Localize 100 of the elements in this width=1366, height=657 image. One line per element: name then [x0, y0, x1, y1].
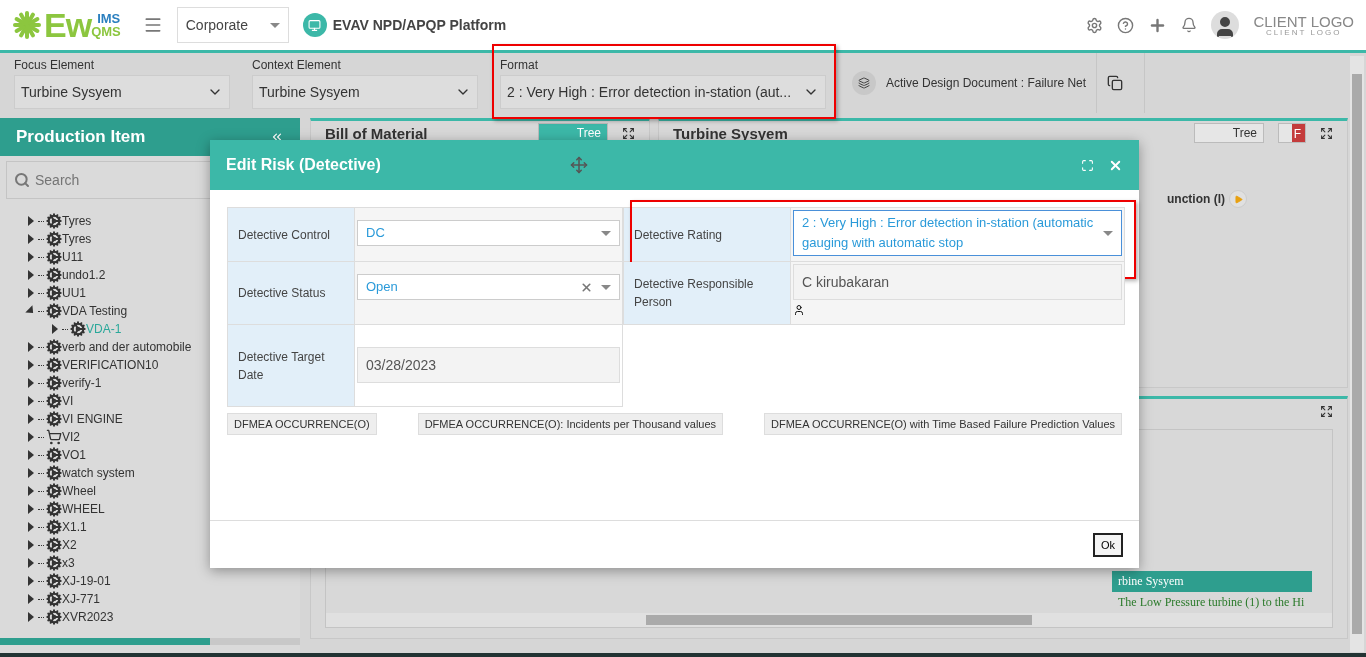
- gears-icon: [70, 321, 86, 337]
- gears-icon: [46, 285, 62, 301]
- tree-item[interactable]: VERIFICATION10: [62, 358, 159, 372]
- scrollbar[interactable]: [0, 638, 300, 645]
- platform-title: EVAV NPD/APQP Platform: [332, 17, 507, 33]
- help-icon[interactable]: [1117, 16, 1135, 34]
- tree-item[interactable]: verb and der automobile: [62, 340, 192, 354]
- clear-icon[interactable]: [580, 280, 593, 294]
- field-label: Detective Control: [228, 208, 355, 261]
- select-field[interactable]: Turbine Sysyem: [252, 74, 478, 109]
- gears-icon: [46, 375, 62, 391]
- expand-toggle-icon[interactable]: [28, 216, 34, 226]
- logo-icon: [12, 10, 42, 40]
- tree-item[interactable]: VO1: [62, 448, 86, 462]
- avatar-icon[interactable]: [1211, 11, 1240, 39]
- tree-item[interactable]: X2: [62, 538, 77, 552]
- tree-item[interactable]: Tyres: [62, 214, 92, 228]
- person-field[interactable]: C kirubakaran: [793, 264, 1122, 300]
- gears-icon: [46, 249, 62, 265]
- gears-icon: [46, 609, 62, 625]
- gears-icon: [46, 267, 62, 283]
- gears-icon: [46, 303, 62, 319]
- tree-item[interactable]: U11: [62, 250, 84, 264]
- expand-toggle-icon[interactable]: [28, 504, 34, 514]
- scrollbar[interactable]: [326, 613, 1332, 627]
- tree-item[interactable]: WHEEL: [62, 502, 105, 516]
- gears-icon: [46, 231, 62, 247]
- expand-toggle-icon[interactable]: [28, 612, 34, 622]
- tree-item[interactable]: UU1: [62, 286, 86, 300]
- tree-item[interactable]: Wheel: [62, 484, 96, 498]
- grid-header: rbine Sysyem: [1112, 571, 1312, 592]
- reference-button[interactable]: DFMEA OCCURRENCE(O): Incidents per Thousand values: [417, 413, 724, 435]
- move-icon[interactable]: [570, 156, 588, 174]
- logo-text: QMS: [91, 25, 121, 38]
- search-icon: [14, 172, 30, 188]
- field-label: Context Element: [252, 57, 342, 72]
- expand-toggle-icon[interactable]: [28, 576, 34, 586]
- logo-text: IMS: [97, 12, 121, 25]
- expand-toggle-icon[interactable]: [28, 252, 34, 262]
- monitor-icon: [302, 13, 327, 37]
- tree-item[interactable]: Tyres: [62, 232, 92, 246]
- gears-icon: [46, 501, 62, 517]
- tree-item[interactable]: x3: [62, 556, 75, 570]
- expand-icon[interactable]: [1320, 404, 1333, 418]
- caret-icon: [1103, 230, 1113, 236]
- company-select[interactable]: Corporate: [176, 7, 289, 43]
- expand-toggle-icon[interactable]: [28, 234, 34, 244]
- expand-toggle-icon[interactable]: [28, 558, 34, 568]
- expand-toggle-icon[interactable]: [52, 324, 58, 334]
- expand-toggle-icon[interactable]: [28, 360, 34, 370]
- expand-toggle-icon[interactable]: [28, 594, 34, 604]
- gears-icon: [46, 483, 62, 499]
- expand-toggle-icon[interactable]: [28, 396, 34, 406]
- tree-item[interactable]: verify-1: [62, 376, 102, 390]
- expand-toggle-icon[interactable]: [28, 414, 34, 424]
- tree-item[interactable]: X1.1: [62, 520, 87, 534]
- field-label: Detective Rating: [624, 208, 791, 261]
- field-label: Detective Responsible Person: [624, 262, 791, 324]
- gears-icon: [46, 357, 62, 373]
- tree-item[interactable]: VDA Testing: [62, 304, 128, 318]
- date-field[interactable]: 03/28/2023: [357, 347, 620, 383]
- tree-item[interactable]: VI ENGINE: [62, 412, 123, 426]
- tree-item[interactable]: VI2: [62, 430, 80, 444]
- expand-icon[interactable]: [622, 126, 635, 140]
- ok-button[interactable]: Ok: [1092, 532, 1123, 557]
- bell-icon[interactable]: [1181, 17, 1198, 33]
- tree-item[interactable]: watch system: [62, 466, 135, 480]
- caret-icon: [269, 22, 280, 28]
- gears-icon: [46, 447, 62, 463]
- reference-button[interactable]: DFMEA OCCURRENCE(O): [227, 413, 377, 435]
- expand-toggle-icon[interactable]: [28, 468, 34, 478]
- panel-title: Bill of Material: [325, 124, 429, 142]
- tree-item[interactable]: VI: [62, 394, 74, 408]
- tree-item[interactable]: XJ-19-01: [62, 574, 111, 588]
- expand-toggle-icon[interactable]: [28, 378, 34, 388]
- flag-toggle[interactable]: F: [1278, 123, 1306, 143]
- expand-toggle-icon[interactable]: [28, 342, 34, 352]
- expand-toggle-icon[interactable]: [28, 486, 34, 496]
- scrollbar[interactable]: [1350, 56, 1364, 652]
- copy-icon[interactable]: [1107, 75, 1124, 91]
- expand-toggle-icon[interactable]: [28, 288, 34, 298]
- layers-button[interactable]: [852, 71, 876, 95]
- tree-item[interactable]: XVR2023: [62, 610, 114, 624]
- tree-item[interactable]: undo1.2: [62, 268, 106, 282]
- select-field[interactable]: Turbine Sysyem: [14, 74, 230, 109]
- tree-item[interactable]: XJ-771: [62, 592, 101, 606]
- settings-icon[interactable]: [1086, 16, 1104, 34]
- tree-toggle[interactable]: Tree: [1194, 123, 1264, 143]
- gears-icon: [46, 411, 62, 427]
- expand-toggle-icon[interactable]: [28, 432, 34, 442]
- reference-button[interactable]: DFMEA OCCURRENCE(O) with Time Based Failure Prediction Values: [764, 413, 1122, 435]
- expand-toggle-icon[interactable]: [28, 540, 34, 550]
- gears-icon: [46, 213, 62, 229]
- layers-icon: [858, 77, 870, 89]
- expand-icon[interactable]: [1320, 126, 1333, 140]
- expand-toggle-icon[interactable]: [28, 522, 34, 532]
- select-field[interactable]: 2 : Very High : Error detection in-station (aut...: [500, 74, 826, 109]
- gears-icon: [46, 393, 62, 409]
- expand-toggle-icon[interactable]: [28, 450, 34, 460]
- expand-toggle-icon[interactable]: [28, 270, 34, 280]
